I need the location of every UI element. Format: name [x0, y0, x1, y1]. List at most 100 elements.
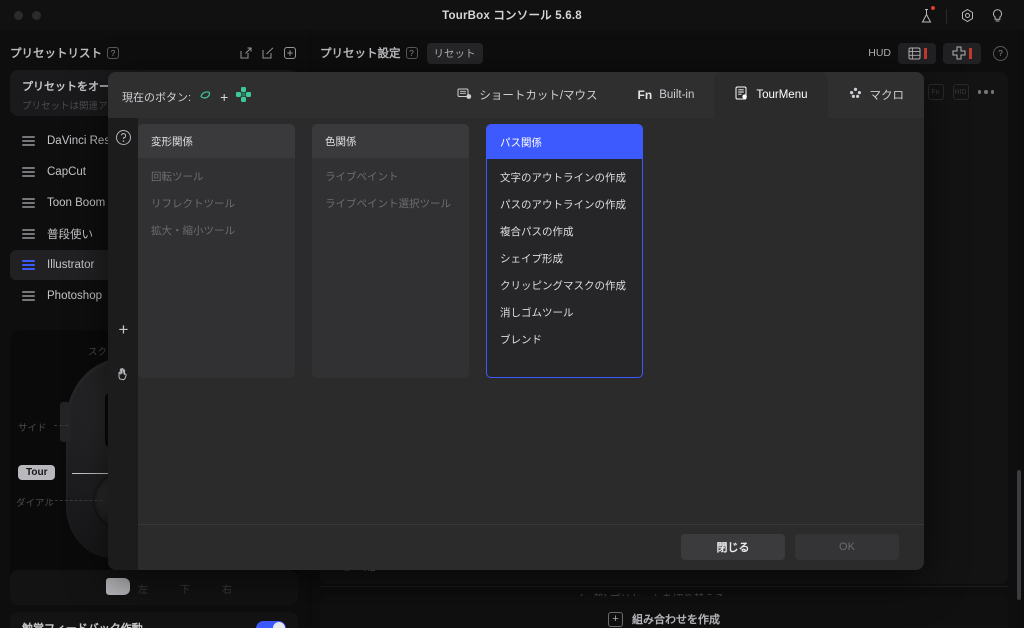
- column-items: 文字のアウトラインの作成 パスのアウトラインの作成 複合パスの作成 シェイプ形成…: [487, 159, 642, 358]
- notification-dot: [931, 6, 935, 10]
- drag-handle-icon[interactable]: [22, 291, 35, 301]
- tab-tourmenu[interactable]: TourMenu: [714, 72, 827, 118]
- button-label-left: 左: [138, 581, 148, 596]
- reset-button[interactable]: リセット: [427, 43, 483, 64]
- plus-icon[interactable]: +: [115, 321, 132, 338]
- tab-label: ショートカット/マウス: [479, 87, 597, 103]
- dialog-footer: 閉じる OK: [138, 524, 924, 570]
- tab-macro[interactable]: マクロ: [828, 72, 925, 118]
- preset-item-label: 普段使い: [47, 226, 93, 242]
- preset-settings-title: プリセット設定: [320, 45, 401, 61]
- create-combination-label: 組み合わせを作成: [632, 611, 720, 627]
- vertical-scrollbar[interactable]: [1017, 470, 1021, 600]
- hand-icon[interactable]: [115, 366, 132, 383]
- dpad-icon: [235, 86, 252, 108]
- target-icon[interactable]: [952, 5, 982, 27]
- hid-box-icon[interactable]: HID: [953, 84, 969, 100]
- device-side-button-illustration: [60, 402, 71, 442]
- titlebar: TourBox コンソール 5.6.8: [0, 0, 1024, 30]
- lightbulb-icon[interactable]: [982, 5, 1012, 27]
- menu-item[interactable]: シェイプ形成: [500, 251, 629, 266]
- preset-list-title: プリセットリスト: [10, 45, 102, 61]
- menu-item[interactable]: 文字のアウトラインの作成: [500, 170, 629, 185]
- preset-settings-header: プリセット設定 ? リセット HUD ?: [320, 38, 1008, 68]
- hud-list-button[interactable]: [898, 43, 936, 64]
- menu-item[interactable]: ブレンド: [500, 332, 629, 347]
- preset-list-header-icons: [237, 45, 298, 62]
- menu-item[interactable]: パスのアウトラインの作成: [500, 197, 629, 212]
- tab-shortcut-mouse[interactable]: ショートカット/マウス: [437, 72, 617, 118]
- dialog-header: 現在のボタン: + ショートカット/マウス Fn Bui: [108, 72, 924, 118]
- hand-icon: [106, 578, 130, 595]
- fn-icon: Fn: [638, 88, 653, 102]
- more-icon[interactable]: [978, 90, 995, 94]
- column-title: 色関係: [312, 124, 469, 158]
- column-title: 変形関係: [138, 124, 295, 158]
- current-button-label: 現在のボタン:: [122, 89, 191, 105]
- keyboard-mouse-icon: [457, 87, 472, 103]
- window-title: TourBox コンソール 5.6.8: [0, 7, 1024, 23]
- menu-item[interactable]: 複合パスの作成: [500, 224, 629, 239]
- tourmenu-columns: 変形関係 回転ツール リフレクトツール 拡大・縮小ツール 色関係 ライブペイント…: [138, 124, 643, 378]
- tab-built-in[interactable]: Fn Built-in: [618, 72, 715, 118]
- dialog-tabs: ショートカット/マウス Fn Built-in TourMenu マクロ: [437, 72, 924, 118]
- plus-icon: +: [608, 612, 623, 627]
- close-button[interactable]: 閉じる: [681, 534, 785, 560]
- drag-handle-icon[interactable]: [22, 136, 35, 146]
- create-combination-row[interactable]: + 組み合わせを作成: [320, 596, 1008, 628]
- menu-item[interactable]: リフレクトツール: [151, 196, 282, 211]
- preset-item-label: Photoshop: [47, 290, 102, 302]
- hud-controls: HUD ?: [868, 43, 1008, 64]
- menu-column-path[interactable]: パス関係 文字のアウトラインの作成 パスのアウトラインの作成 複合パスの作成 シ…: [486, 124, 643, 378]
- export-icon[interactable]: [237, 45, 254, 62]
- preset-list-header: プリセットリスト ?: [10, 38, 298, 68]
- tourmenu-dialog: 現在のボタン: + ショートカット/マウス Fn Bui: [108, 72, 924, 570]
- preset-item-label: CapCut: [47, 166, 86, 178]
- help-icon[interactable]: ?: [107, 47, 119, 59]
- menu-item[interactable]: クリッピングマスクの作成: [500, 278, 629, 293]
- flask-icon[interactable]: [911, 5, 941, 27]
- drag-handle-icon[interactable]: [22, 198, 35, 208]
- ok-button[interactable]: OK: [795, 534, 899, 560]
- menu-column-color[interactable]: 色関係 ライブペイント ライブペイント選択ツール: [312, 124, 469, 378]
- menu-item[interactable]: 回転ツール: [151, 169, 282, 184]
- hud-dpad-button[interactable]: [943, 43, 981, 64]
- leader-line: [50, 500, 102, 501]
- drag-handle-icon[interactable]: [22, 229, 35, 239]
- menu-item[interactable]: ライブペイント選択ツール: [325, 196, 456, 211]
- add-icon[interactable]: [281, 45, 298, 62]
- hud-help-icon[interactable]: ?: [993, 46, 1008, 61]
- hud-indicator-bar: [969, 48, 972, 59]
- menu-item[interactable]: 消しゴムツール: [500, 305, 629, 320]
- drag-handle-icon[interactable]: [22, 260, 35, 270]
- edit-icon[interactable]: [259, 45, 276, 62]
- tab-label: マクロ: [870, 87, 905, 103]
- device-button-row: 左 下 右: [10, 570, 298, 605]
- dialog-sidebar: +: [108, 118, 138, 570]
- device-label-dial: ダイアル: [16, 495, 54, 509]
- haptic-feedback-row: 触覚フィードバック作動: [10, 612, 298, 628]
- haptic-feedback-toggle[interactable]: [256, 621, 286, 628]
- haptic-feedback-label: 触覚フィードバック作動: [22, 620, 143, 628]
- menu-item[interactable]: ライブペイント: [325, 169, 456, 184]
- help-icon[interactable]: [115, 129, 132, 146]
- menu-column-transform[interactable]: 変形関係 回転ツール リフレクトツール 拡大・縮小ツール: [138, 124, 295, 378]
- fn-box-icon[interactable]: Fn: [928, 84, 944, 100]
- tab-label: TourMenu: [756, 89, 807, 101]
- tourmenu-icon: [734, 86, 749, 104]
- menu-item[interactable]: 拡大・縮小ツール: [151, 223, 282, 238]
- column-items: 回転ツール リフレクトツール 拡大・縮小ツール: [138, 158, 295, 249]
- app-window: TourBox コンソール 5.6.8 プリセットリスト ?: [0, 0, 1024, 628]
- drag-handle-icon[interactable]: [22, 167, 35, 177]
- hud-label: HUD: [868, 47, 891, 59]
- current-button-group: 現在のボタン: +: [122, 86, 252, 108]
- leader-line: [72, 473, 112, 474]
- button-label-right: 右: [222, 581, 232, 596]
- preset-item-label: DaVinci Reso: [47, 135, 116, 147]
- column-title: パス関係: [487, 125, 642, 159]
- hud-indicator-bar: [924, 48, 927, 59]
- leader-line: [54, 425, 68, 426]
- device-label-side: サイド: [18, 420, 47, 434]
- macro-icon: [848, 87, 863, 103]
- help-icon[interactable]: ?: [406, 47, 418, 59]
